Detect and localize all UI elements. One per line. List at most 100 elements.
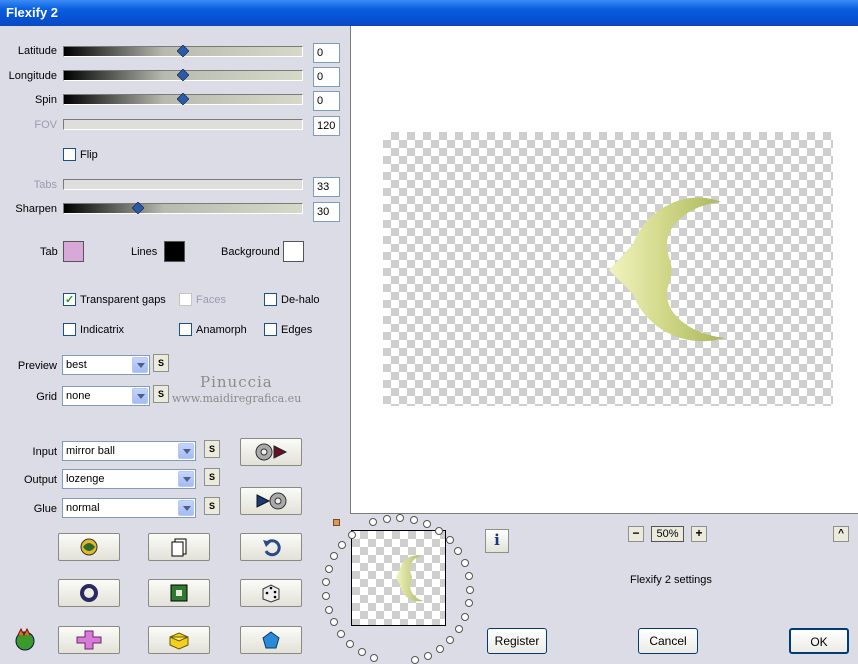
copy-button[interactable] — [148, 533, 210, 561]
longitude-slider-thumb[interactable] — [177, 69, 189, 81]
background-color-swatch[interactable] — [283, 241, 304, 262]
tab-color-swatch[interactable] — [63, 241, 84, 262]
anamorph-checkbox[interactable]: Anamorph — [179, 323, 247, 336]
rotation-dial-dot[interactable] — [324, 605, 333, 614]
convert-back-button[interactable] — [240, 487, 302, 515]
output-s-button[interactable]: S — [204, 468, 220, 486]
convert-forward-button[interactable] — [240, 438, 302, 466]
ring-icon — [80, 584, 98, 602]
preview-select[interactable]: best — [62, 355, 150, 375]
input-select[interactable]: mirror ball — [62, 441, 196, 461]
rotation-dial-dot[interactable] — [347, 530, 356, 539]
rotation-dial-dot[interactable] — [370, 653, 379, 662]
chevron-down-icon[interactable] — [178, 500, 194, 516]
rotation-dial-dot[interactable] — [445, 535, 454, 544]
background-color-label: Background — [221, 246, 280, 258]
rotation-dial-dot[interactable] — [396, 514, 405, 523]
rotation-dial-dot[interactable] — [410, 655, 419, 664]
chevron-down-icon[interactable] — [132, 357, 148, 373]
edges-checkbox-box[interactable] — [264, 323, 277, 336]
lines-color-label: Lines — [131, 246, 158, 258]
latitude-slider[interactable] — [63, 45, 303, 57]
glue-label: Glue — [33, 503, 57, 515]
rotation-dial-dot[interactable] — [460, 612, 469, 621]
indicatrix-checkbox-box[interactable] — [63, 323, 76, 336]
preview-canvas[interactable] — [350, 26, 858, 514]
frame-button[interactable] — [148, 579, 210, 607]
glue-select[interactable]: normal — [62, 498, 196, 518]
latitude-slider-thumb[interactable] — [177, 45, 189, 57]
latitude-input[interactable]: 0 — [313, 43, 340, 63]
navigator-handle[interactable] — [333, 519, 340, 526]
spin-slider[interactable] — [63, 93, 303, 105]
navigator-thumbnail[interactable] — [351, 530, 446, 626]
rotation-dial-dot[interactable] — [460, 558, 469, 567]
rotation-dial-dot[interactable] — [435, 526, 444, 535]
fov-label: FOV — [34, 119, 57, 131]
output-label: Output — [23, 474, 57, 486]
rotation-dial-dot[interactable] — [465, 585, 474, 594]
lines-color-swatch[interactable] — [164, 241, 185, 262]
rotation-dial-dot[interactable] — [410, 515, 419, 524]
chevron-down-icon[interactable] — [178, 471, 194, 487]
zoom-out-button[interactable]: − — [628, 526, 644, 542]
register-button[interactable]: Register — [487, 628, 547, 654]
grid-select[interactable]: none — [62, 386, 150, 406]
ok-button[interactable]: OK — [789, 628, 849, 654]
zoom-in-button[interactable]: + — [691, 526, 707, 542]
rotation-dial-dot[interactable] — [357, 648, 366, 657]
convert-forward-icon — [255, 443, 288, 461]
indicatrix-label: Indicatrix — [80, 323, 125, 336]
chevron-down-icon[interactable] — [132, 388, 148, 404]
cross-shape-button[interactable] — [58, 626, 120, 654]
tabs-label: Tabs — [33, 179, 57, 191]
rotation-dial-dot[interactable] — [325, 564, 334, 573]
longitude-slider[interactable] — [63, 69, 303, 81]
preview-label: Preview — [17, 360, 57, 372]
longitude-input[interactable]: 0 — [313, 67, 340, 87]
sharpen-slider[interactable] — [63, 202, 303, 214]
cancel-button[interactable]: Cancel — [638, 628, 698, 654]
sharpen-slider-thumb[interactable] — [132, 202, 144, 214]
dehalo-checkbox[interactable]: De-halo — [264, 293, 320, 306]
transparent-gaps-checkbox-box[interactable]: ✓ — [63, 293, 76, 306]
rotation-dial-dot[interactable] — [346, 640, 355, 649]
output-select[interactable]: lozenge — [62, 469, 196, 489]
rotation-dial-dot[interactable] — [382, 514, 391, 523]
edges-checkbox[interactable]: Edges — [264, 323, 312, 336]
dice-button[interactable] — [240, 579, 302, 607]
pentagon-button[interactable] — [240, 626, 302, 654]
cube-button[interactable] — [148, 626, 210, 654]
spin-input[interactable]: 0 — [313, 91, 340, 111]
chevron-down-icon[interactable] — [178, 443, 194, 459]
undo-button[interactable] — [240, 533, 302, 561]
spin-slider-thumb[interactable] — [177, 93, 189, 105]
rotation-dial-dot[interactable] — [454, 546, 463, 555]
rotation-dial-dot[interactable] — [464, 571, 473, 580]
rotation-dial-dot[interactable] — [435, 644, 444, 653]
rotation-dial-dot[interactable] — [369, 518, 378, 527]
glue-s-button[interactable]: S — [204, 497, 220, 515]
rotation-dial-dot[interactable] — [338, 540, 347, 549]
info-button[interactable]: i — [485, 529, 509, 553]
rotation-dial-dot[interactable] — [423, 520, 432, 529]
flip-checkbox[interactable]: Flip — [63, 148, 98, 161]
flip-checkbox-box[interactable] — [63, 148, 76, 161]
sharpen-input[interactable]: 30 — [313, 202, 340, 222]
preview-s-button[interactable]: S — [153, 354, 169, 372]
randomize-button[interactable] — [58, 533, 120, 561]
input-s-button[interactable]: S — [204, 440, 220, 458]
collapse-button[interactable]: ^ — [833, 526, 849, 542]
transparent-gaps-checkbox[interactable]: ✓ Transparent gaps — [63, 293, 166, 306]
rotation-dial-dot[interactable] — [423, 651, 432, 660]
anamorph-checkbox-box[interactable] — [179, 323, 192, 336]
indicatrix-checkbox[interactable]: Indicatrix — [63, 323, 124, 336]
ring-button[interactable] — [58, 579, 120, 607]
sharpen-label: Sharpen — [15, 203, 57, 215]
grid-s-button[interactable]: S — [153, 385, 169, 403]
rotation-dial-dot[interactable] — [464, 599, 473, 608]
dehalo-checkbox-box[interactable] — [264, 293, 277, 306]
rotation-dial-dot[interactable] — [454, 624, 463, 633]
rotation-dial-dot[interactable] — [446, 635, 455, 644]
plugin-logo-icon — [15, 627, 35, 651]
